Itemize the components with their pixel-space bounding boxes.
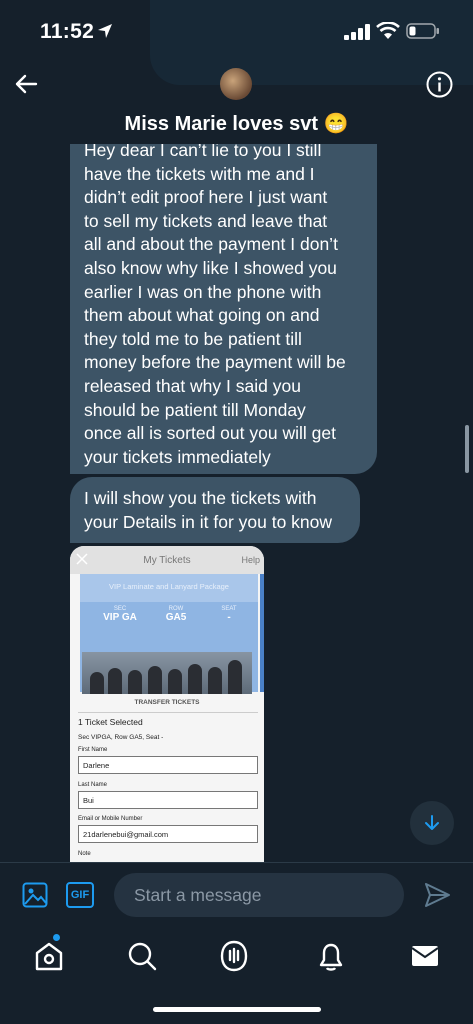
message-line: released that why I said you	[84, 375, 301, 396]
message-line: them about what going on and	[84, 305, 320, 326]
attachment-title: My Tickets	[143, 555, 191, 566]
gif-icon[interactable]: GIF	[66, 882, 94, 908]
message-line: should be patient till Monday	[84, 399, 306, 420]
composer: GIF	[0, 862, 473, 924]
ticket-sec-value: VIP GA	[103, 612, 137, 623]
person-figure	[90, 672, 104, 694]
home-icon[interactable]	[29, 936, 69, 976]
person-figure	[168, 669, 182, 694]
info-icon[interactable]	[426, 71, 453, 98]
message-line: I will show you the tickets with	[84, 488, 317, 508]
scrollbar[interactable]	[465, 425, 469, 473]
divider	[78, 712, 258, 713]
spaces-icon[interactable]	[214, 936, 254, 976]
person-figure	[148, 666, 162, 694]
attachment-topbar: My Tickets Help	[70, 546, 264, 574]
ticket-edge	[260, 574, 264, 692]
message-line: they told me to be patient till	[84, 328, 302, 349]
ticket-seat: SEAT -	[216, 606, 242, 623]
ticket-seat-value: -	[227, 612, 231, 623]
person-figure	[188, 664, 202, 694]
person-figure	[208, 667, 222, 694]
first-name-label: First Name	[78, 747, 108, 753]
ticket-row-value: GA5	[165, 612, 187, 623]
transfer-tickets: TRANSFER TICKETS	[134, 699, 200, 706]
message-line: to sell my tickets and leave that	[84, 210, 328, 231]
notification-dot	[53, 934, 60, 941]
message-input[interactable]	[114, 873, 404, 917]
ticket-card-header: VIP Laminate and Lanyard Package	[80, 574, 258, 602]
message-line: also know why like I showed you	[84, 257, 337, 278]
back-arrow-icon[interactable]	[12, 70, 40, 98]
home-indicator	[153, 1007, 321, 1012]
search-icon[interactable]	[122, 936, 162, 976]
attachment-help: Help	[241, 555, 260, 565]
message-line: have the tickets with me and I	[84, 163, 315, 184]
chevron-down-icon	[425, 815, 439, 830]
message-line: earlier I was on the phone with	[84, 281, 322, 302]
first-name-field: Darlene	[78, 756, 258, 774]
message-line: your tickets immediately	[84, 446, 271, 467]
ticket-sec: SEC VIP GA	[100, 606, 140, 623]
note-label: Note	[78, 851, 91, 857]
bell-icon[interactable]	[311, 936, 351, 976]
email-label: Email or Mobile Number	[78, 816, 143, 822]
message-bubble[interactable]: I will show you the tickets with your De…	[70, 477, 360, 543]
image-attachment[interactable]: My Tickets Help VIP Laminate and Lanyard…	[70, 546, 264, 862]
location-arrow-icon	[98, 24, 112, 38]
battery-icon	[406, 23, 439, 39]
person-figure	[108, 668, 122, 694]
message-line: Hey dear I can’t lie to you I still	[84, 144, 322, 160]
ticket-row: ROW GA5	[158, 606, 194, 623]
jump-down-button[interactable]	[410, 801, 454, 845]
send-icon[interactable]	[423, 881, 451, 909]
ticket-package: VIP Laminate and Lanyard Package	[109, 582, 229, 591]
message-bubble[interactable]: Hey dear I can’t lie to you I still have…	[70, 144, 377, 474]
status-bar: 11:52	[0, 0, 473, 60]
last-name-label: Last Name	[78, 782, 108, 788]
avatar[interactable]	[220, 68, 252, 100]
message-line: money before the payment will be	[84, 352, 346, 373]
person-figure	[228, 660, 242, 694]
last-name-field: Bui	[78, 791, 258, 809]
message-line: your Details in it for you to know	[84, 511, 333, 532]
status-time: 11:52	[40, 20, 95, 43]
signal-icon	[344, 24, 370, 40]
message-line: didn’t edit proof here I just want	[84, 187, 328, 208]
group-photo	[82, 652, 252, 694]
wifi-icon	[376, 22, 400, 39]
mail-icon[interactable]	[405, 936, 445, 976]
person-figure	[128, 670, 142, 694]
ticket-summary: Sec VIPGA, Row GA5, Seat -	[78, 734, 164, 741]
email-field: 21darlenebui@gmail.com	[78, 825, 258, 843]
tickets-selected: 1 Ticket Selected	[78, 717, 143, 727]
message-line: once all is sorted out you will get	[84, 423, 336, 444]
chat-title: Miss Marie loves svt 😁	[124, 113, 349, 135]
message-line: all and about the payment I don’t	[84, 234, 338, 255]
media-icon[interactable]	[22, 882, 48, 908]
